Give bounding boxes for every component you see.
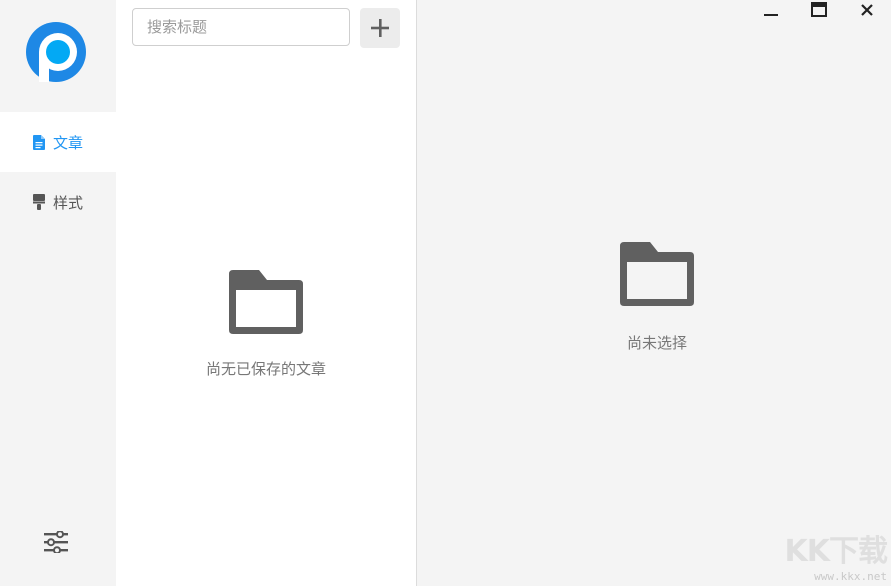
folder-icon (620, 242, 694, 306)
search-input[interactable] (132, 8, 350, 46)
sidebar: 文章 样式 (0, 0, 116, 586)
sidebar-item-styles[interactable]: 样式 (0, 172, 116, 232)
detail-pane: 尚未选择 KK下载 www.kkx.net (417, 0, 891, 586)
watermark-brand: KK下载 (784, 534, 889, 569)
article-list-pane: 尚无已保存的文章 (116, 0, 417, 586)
maximize-button[interactable] (795, 0, 843, 20)
app-logo (26, 22, 86, 82)
watermark-url: www.kkx.net (814, 570, 887, 583)
folder-icon (229, 270, 303, 334)
minimize-icon (764, 14, 778, 16)
empty-detail-message: 尚未选择 (626, 334, 687, 352)
brush-icon (32, 194, 45, 210)
plus-icon (371, 19, 389, 37)
close-button[interactable] (843, 0, 891, 20)
sidebar-item-articles[interactable]: 文章 (0, 112, 116, 172)
empty-article-list: 尚无已保存的文章 (116, 268, 416, 379)
document-icon (32, 134, 45, 150)
add-article-button[interactable] (360, 8, 400, 48)
empty-list-message: 尚无已保存的文章 (205, 360, 326, 378)
settings-button[interactable] (43, 529, 69, 555)
close-icon (861, 4, 873, 16)
watermark: KK下载 www.kkx.net (767, 526, 889, 584)
minimize-button[interactable] (747, 0, 795, 20)
empty-detail: 尚未选择 (417, 240, 891, 353)
maximize-icon (811, 2, 827, 17)
sliders-icon (44, 531, 68, 553)
sidebar-item-label: 样式 (52, 193, 83, 212)
sidebar-item-label: 文章 (52, 133, 83, 152)
window-controls (747, 0, 891, 22)
